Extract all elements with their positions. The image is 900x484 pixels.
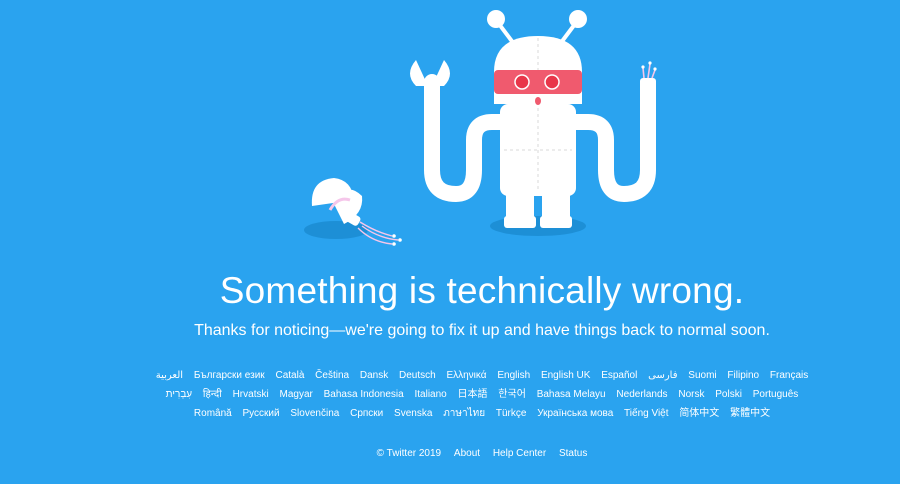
language-link[interactable]: Filipino [727, 370, 759, 381]
language-link[interactable]: Dansk [360, 370, 388, 381]
language-link[interactable]: 日本語 [458, 389, 488, 400]
error-headline: Something is technically wrong. [219, 270, 745, 311]
language-link[interactable]: Italiano [414, 389, 446, 400]
language-link[interactable]: עִבְרִית [166, 389, 192, 400]
footer: © Twitter 2019 About Help Center Status [0, 448, 900, 459]
language-link[interactable]: Bahasa Indonesia [324, 389, 404, 400]
fallen-hand-shadow [304, 221, 368, 239]
language-link[interactable]: Română [194, 408, 232, 419]
language-link[interactable]: Português [753, 389, 799, 400]
language-link[interactable]: Norsk [678, 389, 704, 400]
help-center-link[interactable]: Help Center [493, 448, 546, 459]
status-link[interactable]: Status [559, 448, 587, 459]
language-link[interactable]: English [497, 370, 530, 381]
language-link[interactable]: 한국어 [498, 389, 526, 400]
language-link[interactable]: English UK [541, 370, 590, 381]
right-broken-wrist [640, 61, 657, 96]
language-link[interactable]: Slovenčina [290, 408, 339, 419]
language-link[interactable]: Українська мова [537, 408, 613, 419]
robot-mouth [535, 97, 541, 105]
language-link[interactable]: 简体中文 [679, 408, 719, 419]
language-link[interactable]: Српски [350, 408, 383, 419]
language-link[interactable]: Bahasa Melayu [537, 389, 606, 400]
language-link[interactable]: Български език [194, 370, 265, 381]
language-link[interactable]: Español [601, 370, 637, 381]
language-link[interactable]: ภาษาไทย [443, 408, 485, 419]
language-link[interactable]: Magyar [279, 389, 312, 400]
right-arm [568, 84, 656, 203]
broken-robot-illustration [304, 10, 657, 246]
language-link[interactable]: فارسی [648, 370, 677, 381]
robot-visor [494, 70, 582, 94]
language-link[interactable]: Hrvatski [233, 389, 269, 400]
language-link[interactable]: Русский [243, 408, 280, 419]
language-link[interactable]: Deutsch [399, 370, 436, 381]
language-link[interactable]: Français [770, 370, 808, 381]
language-link[interactable]: Čeština [315, 370, 349, 381]
language-link[interactable]: العربية [156, 370, 183, 381]
language-link[interactable]: Suomi [688, 370, 716, 381]
right-antenna [558, 10, 587, 46]
language-link[interactable]: Català [275, 370, 304, 381]
language-link[interactable]: 繁體中文 [730, 408, 770, 419]
error-message: Thanks for noticing—we're going to fix i… [194, 322, 770, 339]
language-link[interactable]: Ελληνικά [446, 370, 486, 381]
language-link[interactable]: Svenska [394, 408, 432, 419]
language-link[interactable]: Polski [715, 389, 742, 400]
left-arm [424, 74, 512, 203]
error-page: Something is technically wrong. Thanks f… [0, 0, 900, 484]
left-antenna [487, 10, 516, 46]
language-list: العربية Български език Català Čeština Da… [150, 366, 814, 424]
robot-left-eye [514, 74, 530, 90]
language-link[interactable]: Tiếng Việt [624, 408, 668, 419]
language-link[interactable]: Nederlands [616, 389, 667, 400]
language-link[interactable]: Türkçe [496, 408, 527, 419]
robot-right-eye [544, 74, 560, 90]
copyright-text: © Twitter 2019 [376, 448, 442, 459]
about-link[interactable]: About [454, 448, 480, 459]
language-link[interactable]: हिन्दी [203, 389, 222, 400]
